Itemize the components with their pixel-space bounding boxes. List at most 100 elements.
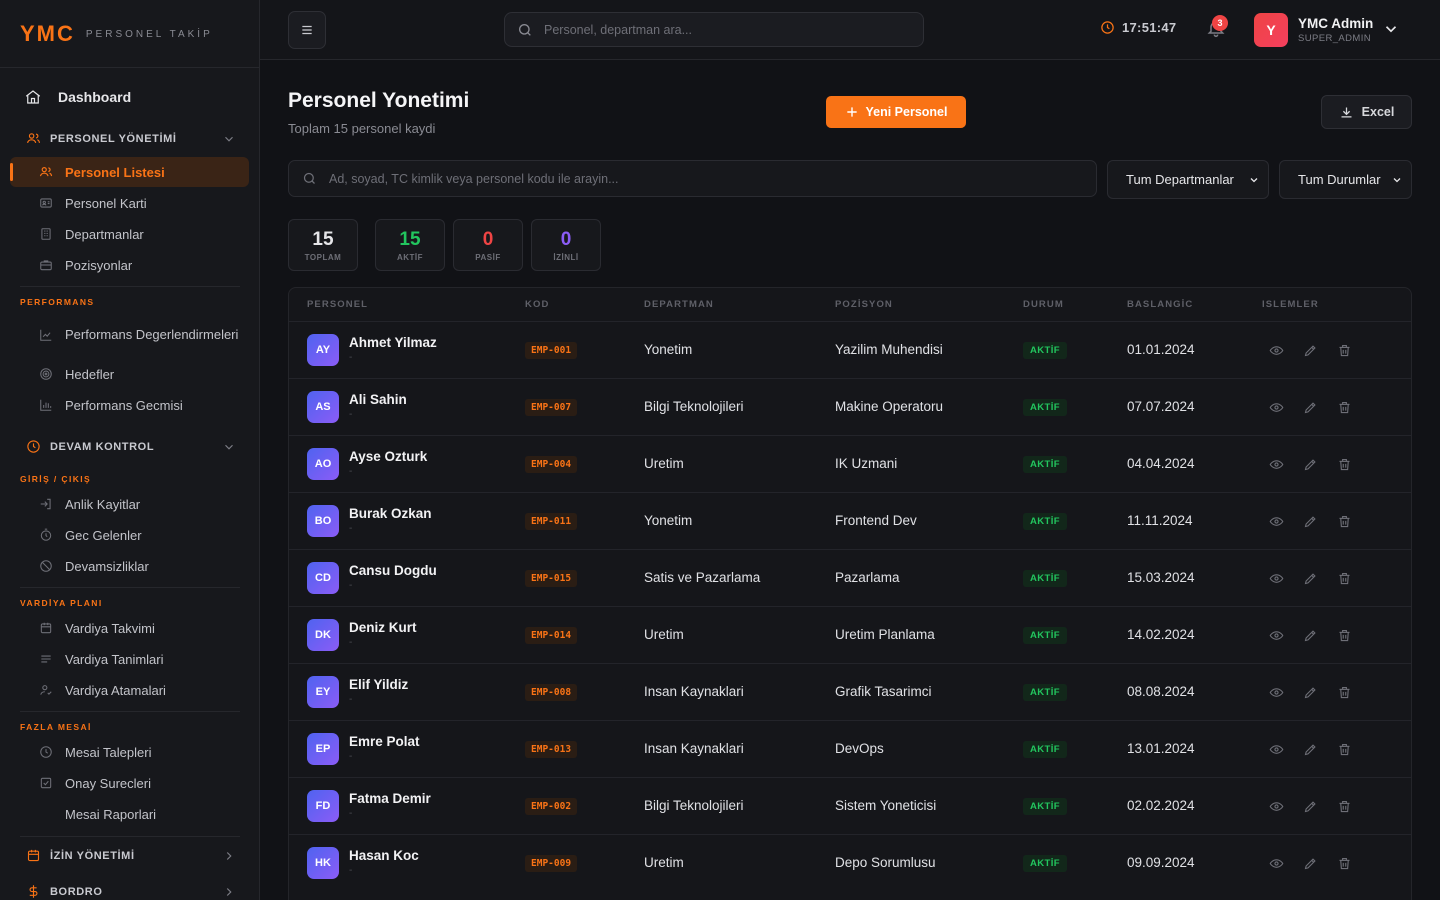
column-header[interactable]: POZİSYON xyxy=(835,299,893,310)
sidebar-section-devam[interactable]: DEVAM KONTROL xyxy=(26,439,236,454)
sidebar-item-mesai-raporlari[interactable]: Mesai Raporlari xyxy=(10,799,249,829)
excel-export-button[interactable]: Excel xyxy=(1321,95,1412,129)
status-badge: AKTİF xyxy=(1023,798,1067,815)
view-icon[interactable] xyxy=(1269,400,1284,415)
position-cell: Makine Operatoru xyxy=(835,399,944,414)
table-row[interactable]: CD Cansu Dogdu - EMP-015 Satis ve Pazarl… xyxy=(289,549,1411,606)
personel-name[interactable]: Fatma Demir xyxy=(349,791,431,806)
status-badge: AKTİF xyxy=(1023,513,1067,530)
edit-icon[interactable] xyxy=(1303,457,1318,472)
sidebar-item-mesai-talepleri[interactable]: Mesai Talepleri xyxy=(10,737,249,767)
column-header[interactable]: DURUM xyxy=(1023,299,1064,310)
global-search[interactable] xyxy=(504,12,924,47)
sidebar-item-vardiya-takvimi[interactable]: Vardiya Takvimi xyxy=(10,613,249,643)
table-row[interactable]: DK Deniz Kurt - EMP-014 Uretim Uretim Pl… xyxy=(289,606,1411,663)
personel-name[interactable]: Cansu Dogdu xyxy=(349,563,437,578)
column-header[interactable]: ISLEMLER xyxy=(1262,299,1319,310)
view-icon[interactable] xyxy=(1269,628,1284,643)
edit-icon[interactable] xyxy=(1303,799,1318,814)
delete-icon[interactable] xyxy=(1337,343,1352,358)
edit-icon[interactable] xyxy=(1303,628,1318,643)
sidebar-item-anlik-kayitlar[interactable]: Anlik Kayitlar xyxy=(10,489,249,519)
view-icon[interactable] xyxy=(1269,856,1284,871)
user-name[interactable]: YMC Admin xyxy=(1298,16,1373,31)
sidebar-section-label: PERSONEL YÖNETİMİ xyxy=(50,132,177,145)
delete-icon[interactable] xyxy=(1337,628,1352,643)
new-personel-button[interactable]: Yeni Personel xyxy=(826,96,966,128)
delete-icon[interactable] xyxy=(1337,856,1352,871)
page-title: Personel Yonetimi xyxy=(288,89,470,112)
column-header[interactable]: BASLANGİC xyxy=(1127,299,1193,310)
personel-name[interactable]: Elif Yildiz xyxy=(349,677,408,692)
sidebar-section-bordro[interactable]: BORDRO xyxy=(26,884,236,899)
view-icon[interactable] xyxy=(1269,571,1284,586)
personel-name[interactable]: Ali Sahin xyxy=(349,392,407,407)
delete-icon[interactable] xyxy=(1337,457,1352,472)
table-row[interactable]: FD Fatma Demir - EMP-002 Bilgi Teknoloji… xyxy=(289,777,1411,834)
personel-name[interactable]: Hasan Koc xyxy=(349,848,419,863)
edit-icon[interactable] xyxy=(1303,856,1318,871)
status-filter-select[interactable]: Tum Durumlar xyxy=(1279,160,1412,199)
column-header[interactable]: DEPARTMAN xyxy=(644,299,714,310)
chevron-down-icon[interactable] xyxy=(1382,20,1400,38)
personel-search-input[interactable] xyxy=(329,171,1069,186)
sidebar-item-personel-listesi[interactable]: Personel Listesi xyxy=(10,157,249,187)
sidebar-item-departmanlar[interactable]: Departmanlar xyxy=(10,219,249,249)
edit-icon[interactable] xyxy=(1303,685,1318,700)
users-icon xyxy=(39,167,53,177)
view-icon[interactable] xyxy=(1269,742,1284,757)
brand-logo[interactable]: YMC xyxy=(20,21,75,47)
table-row[interactable]: HK Hasan Koc - EMP-009 Uretim Depo Sorum… xyxy=(289,834,1411,891)
sidebar-item-vardiya-atamalari[interactable]: Vardiya Atamalari xyxy=(10,675,249,705)
sidebar-section-personel[interactable]: PERSONEL YÖNETİMİ xyxy=(26,131,236,146)
global-search-input[interactable] xyxy=(544,22,904,37)
edit-icon[interactable] xyxy=(1303,571,1318,586)
sidebar-item-performans-degerlendirmeleri[interactable]: Performans Degerlendirmeleri xyxy=(10,317,249,353)
sidebar-item-gec-gelenler[interactable]: Gec Gelenler xyxy=(10,520,249,550)
personel-search[interactable] xyxy=(288,160,1097,197)
personel-name[interactable]: Ayse Ozturk xyxy=(349,449,427,464)
table-row[interactable]: EP Emre Polat - EMP-013 Insan Kaynaklari… xyxy=(289,720,1411,777)
edit-icon[interactable] xyxy=(1303,400,1318,415)
edit-icon[interactable] xyxy=(1303,514,1318,529)
column-header[interactable]: KOD xyxy=(525,299,549,310)
delete-icon[interactable] xyxy=(1337,742,1352,757)
personel-code-badge: EMP-013 xyxy=(525,741,578,758)
personel-name[interactable]: Emre Polat xyxy=(349,734,420,749)
table-row[interactable]: BO Burak Ozkan - EMP-011 Yonetim Fronten… xyxy=(289,492,1411,549)
sidebar-section-izin[interactable]: İZİN YÖNETİMİ xyxy=(26,848,236,863)
sidebar-item-devamsizliklar[interactable]: Devamsizliklar xyxy=(10,551,249,581)
delete-icon[interactable] xyxy=(1337,514,1352,529)
personel-name[interactable]: Burak Ozkan xyxy=(349,506,432,521)
view-icon[interactable] xyxy=(1269,514,1284,529)
sidebar-item-performans-gecmisi[interactable]: Performans Gecmisi xyxy=(10,390,249,420)
view-icon[interactable] xyxy=(1269,685,1284,700)
edit-icon[interactable] xyxy=(1303,343,1318,358)
delete-icon[interactable] xyxy=(1337,400,1352,415)
table-row[interactable]: AS Ali Sahin - EMP-007 Bilgi Teknolojile… xyxy=(289,378,1411,435)
delete-icon[interactable] xyxy=(1337,799,1352,814)
menu-toggle-button[interactable] xyxy=(288,11,326,49)
sidebar-item-hedefler[interactable]: Hedefler xyxy=(10,359,249,389)
stopwatch-icon xyxy=(40,528,52,541)
sidebar-item-pozisyonlar[interactable]: Pozisyonlar xyxy=(10,250,249,280)
column-header[interactable]: PERSONEL xyxy=(307,299,368,310)
delete-icon[interactable] xyxy=(1337,685,1352,700)
delete-icon[interactable] xyxy=(1337,571,1352,586)
sidebar-item-personel-karti[interactable]: Personel Karti xyxy=(10,188,249,218)
personel-name[interactable]: Ahmet Yilmaz xyxy=(349,335,437,350)
view-icon[interactable] xyxy=(1269,457,1284,472)
sidebar-item-onay-surecleri[interactable]: Onay Surecleri xyxy=(10,768,249,798)
department-filter-select[interactable]: Tum Departmanlar xyxy=(1107,160,1269,199)
table-row[interactable]: AO Ayse Ozturk - EMP-004 Uretim IK Uzman… xyxy=(289,435,1411,492)
table-row[interactable]: AY Ahmet Yilmaz - EMP-001 Yonetim Yazili… xyxy=(289,321,1411,378)
start-date-cell: 09.09.2024 xyxy=(1127,855,1195,870)
personel-name[interactable]: Deniz Kurt xyxy=(349,620,417,635)
view-icon[interactable] xyxy=(1269,343,1284,358)
edit-icon[interactable] xyxy=(1303,742,1318,757)
table-row[interactable]: EY Elif Yildiz - EMP-008 Insan Kaynaklar… xyxy=(289,663,1411,720)
view-icon[interactable] xyxy=(1269,799,1284,814)
sidebar-item-dashboard[interactable]: Dashboard xyxy=(24,88,131,106)
avatar[interactable]: Y xyxy=(1254,13,1288,47)
sidebar-item-vardiya-tanimlari[interactable]: Vardiya Tanimlari xyxy=(10,644,249,674)
